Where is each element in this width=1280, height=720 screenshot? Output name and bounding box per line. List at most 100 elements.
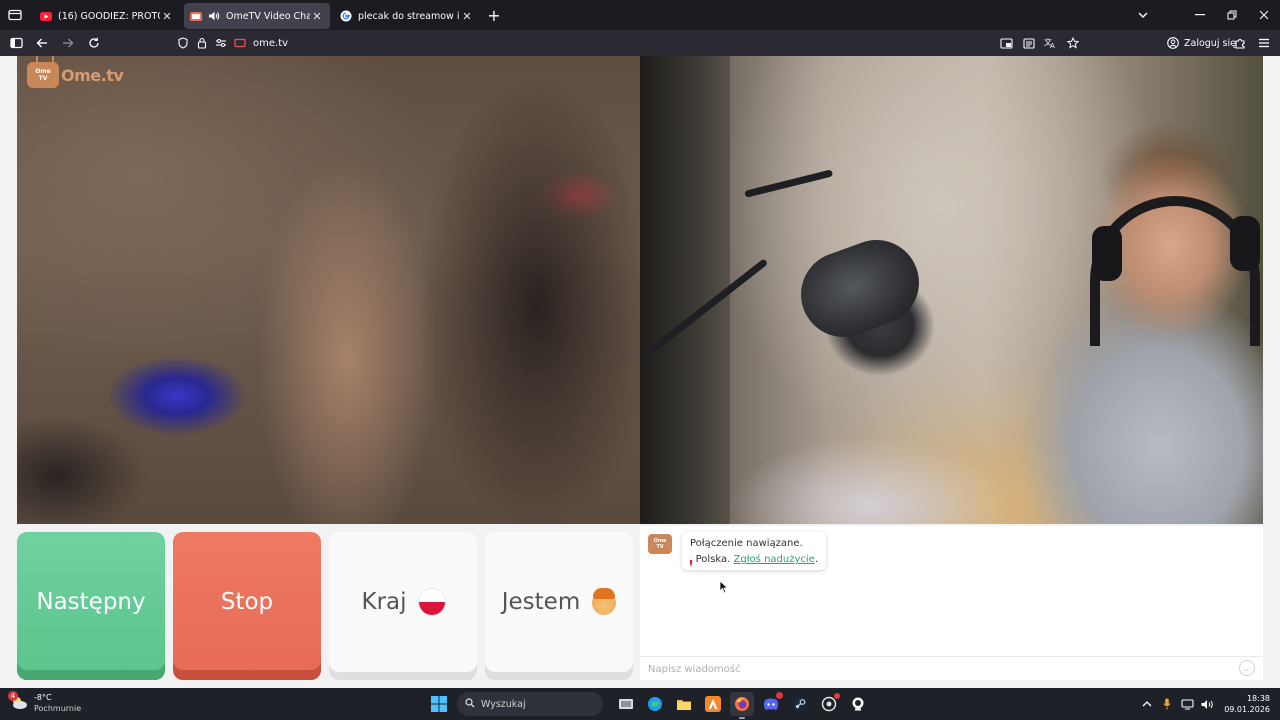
window-controls: [1184, 0, 1280, 30]
logo-badge-top: Ome: [35, 68, 51, 75]
chevron-up-icon: [1142, 701, 1152, 707]
app-orange-button[interactable]: [701, 692, 725, 716]
app-a-icon: [704, 696, 721, 712]
task-view-button[interactable]: [614, 692, 638, 716]
emoji-picker-icon[interactable]: [1239, 660, 1255, 676]
windows-taskbar: 4 -8°C Pochmurnie Wyszukaj 18:38 09.01.2…: [0, 688, 1280, 720]
show-hidden-icons-button[interactable]: [1138, 695, 1156, 713]
file-explorer-button[interactable]: [672, 692, 696, 716]
weather-temp: -8°C: [34, 693, 52, 702]
lock-icon[interactable]: [194, 35, 210, 51]
headset-earcup: [1230, 216, 1260, 271]
boy-emoji-icon: [592, 587, 617, 615]
close-tab-icon[interactable]: ✕: [460, 9, 474, 23]
next-button[interactable]: Następny: [17, 532, 165, 680]
picture-in-picture-icon[interactable]: [997, 35, 1016, 51]
firefox-button[interactable]: [729, 692, 754, 719]
tab-list-button[interactable]: [0, 0, 30, 30]
folder-icon: [676, 700, 691, 710]
url-text[interactable]: ome.tv: [253, 38, 288, 49]
app-gear-button[interactable]: [817, 692, 841, 716]
minimize-icon: [1195, 14, 1205, 16]
ometv-logo-badge: Ome TV: [27, 62, 59, 88]
back-arrow-icon: [36, 38, 47, 48]
reload-button[interactable]: [82, 31, 106, 55]
chat-panel: Ome TV Połączenie nawiązane. Polska. Zgł…: [640, 526, 1263, 681]
tracking-protection-icon[interactable]: [175, 35, 191, 51]
webcam-app-icon: [852, 697, 863, 711]
reader-view-icon[interactable]: [1019, 35, 1038, 51]
tab-youtube[interactable]: (16) GOODIEZ: PROTOKÓŁ ALIS ✕: [34, 3, 180, 29]
system-message: Połączenie nawiązane. Polska. Zgłoś nadu…: [682, 532, 826, 570]
google-icon: [340, 10, 352, 22]
logo-text: Ome.tv: [61, 65, 124, 85]
edge-button[interactable]: [643, 692, 667, 716]
weather-widget[interactable]: 4 -8°C Pochmurnie: [8, 691, 81, 714]
report-abuse-link[interactable]: Zgłoś nadużycie: [734, 552, 815, 568]
poland-flag-icon: [418, 589, 445, 616]
ometv-page: Ome TV Ome.tv Następny Stop Kraj Jestem …: [0, 56, 1280, 688]
gender-button[interactable]: Jestem: [485, 532, 633, 680]
start-button[interactable]: [427, 692, 451, 716]
obs-button[interactable]: [846, 692, 870, 716]
svg-text:A: A: [1050, 42, 1055, 49]
speaker-icon[interactable]: [208, 10, 220, 22]
hamburger-menu-icon: [1259, 38, 1269, 48]
country-label-text: Kraj: [361, 588, 407, 615]
message-input[interactable]: [648, 658, 1228, 681]
headset-earcup: [1092, 226, 1122, 281]
report-period: .: [814, 554, 818, 565]
back-button[interactable]: [30, 31, 54, 55]
close-icon: [1259, 10, 1269, 20]
network-icon: [1181, 698, 1194, 709]
volume-tray-button[interactable]: [1198, 695, 1216, 713]
navigation-bar: ome.tv 文A Zaloguj się: [0, 30, 1280, 56]
edge-icon: [647, 697, 662, 711]
discord-button[interactable]: [759, 692, 783, 716]
forward-button[interactable]: [56, 31, 80, 55]
sidebar-icon: [9, 37, 23, 49]
cloud-weather-icon: 4: [8, 691, 28, 712]
weather-badge: 4: [8, 691, 18, 701]
new-tab-button[interactable]: +: [482, 3, 506, 27]
extensions-button[interactable]: [1228, 31, 1252, 55]
country-button[interactable]: Kraj: [329, 532, 477, 680]
permissions-icon[interactable]: [213, 35, 229, 51]
account-icon: [1166, 36, 1180, 50]
ometv-logo: Ome TV Ome.tv: [27, 62, 124, 88]
translate-icon[interactable]: 文A: [1041, 35, 1060, 51]
sidebar-toggle-button[interactable]: [4, 31, 28, 55]
tab-title: OmeTV Video Chat — Ome: [226, 10, 310, 22]
account-button[interactable]: Zaloguj się: [1166, 34, 1236, 52]
steam-icon: [792, 697, 807, 711]
bookmark-star-icon[interactable]: [1063, 35, 1082, 51]
chat-input-bar: [640, 656, 1263, 681]
restore-icon: [1227, 10, 1237, 20]
steam-button[interactable]: [788, 692, 812, 716]
tab-google-search[interactable]: plecak do streamow irl - Szukaj ✕: [334, 3, 480, 29]
firefox-icon: [734, 697, 749, 711]
active-indicator: [738, 717, 745, 719]
stop-button-label: Stop: [220, 589, 274, 615]
close-window-button[interactable]: [1248, 0, 1280, 30]
next-button-label: Następny: [36, 589, 146, 615]
camera-sharing-icon[interactable]: [232, 35, 248, 51]
tab-ometv[interactable]: OmeTV Video Chat — Ome ✕: [184, 3, 330, 29]
restore-button[interactable]: [1216, 0, 1248, 30]
network-tray-button[interactable]: [1178, 695, 1196, 713]
microphone-tray-button[interactable]: [1158, 695, 1176, 713]
search-placeholder: Wyszukaj: [481, 698, 526, 710]
tab-overflow-button[interactable]: [1128, 0, 1158, 30]
app-menu-button[interactable]: [1252, 31, 1276, 55]
close-tab-icon[interactable]: ✕: [310, 9, 324, 23]
tab-title: (16) GOODIEZ: PROTOKÓŁ ALIS: [58, 10, 160, 22]
minimize-button[interactable]: [1184, 0, 1216, 30]
clock[interactable]: 18:38 09.01.2026: [1224, 693, 1270, 715]
avatar-bottom: TV: [656, 544, 664, 550]
gender-button-label: Jestem: [502, 587, 617, 623]
url-bar[interactable]: ome.tv 文A: [175, 32, 1085, 54]
stop-button[interactable]: Stop: [173, 532, 321, 680]
discord-icon: [763, 698, 778, 710]
taskbar-search[interactable]: Wyszukaj: [457, 692, 603, 716]
close-tab-icon[interactable]: ✕: [160, 9, 174, 23]
